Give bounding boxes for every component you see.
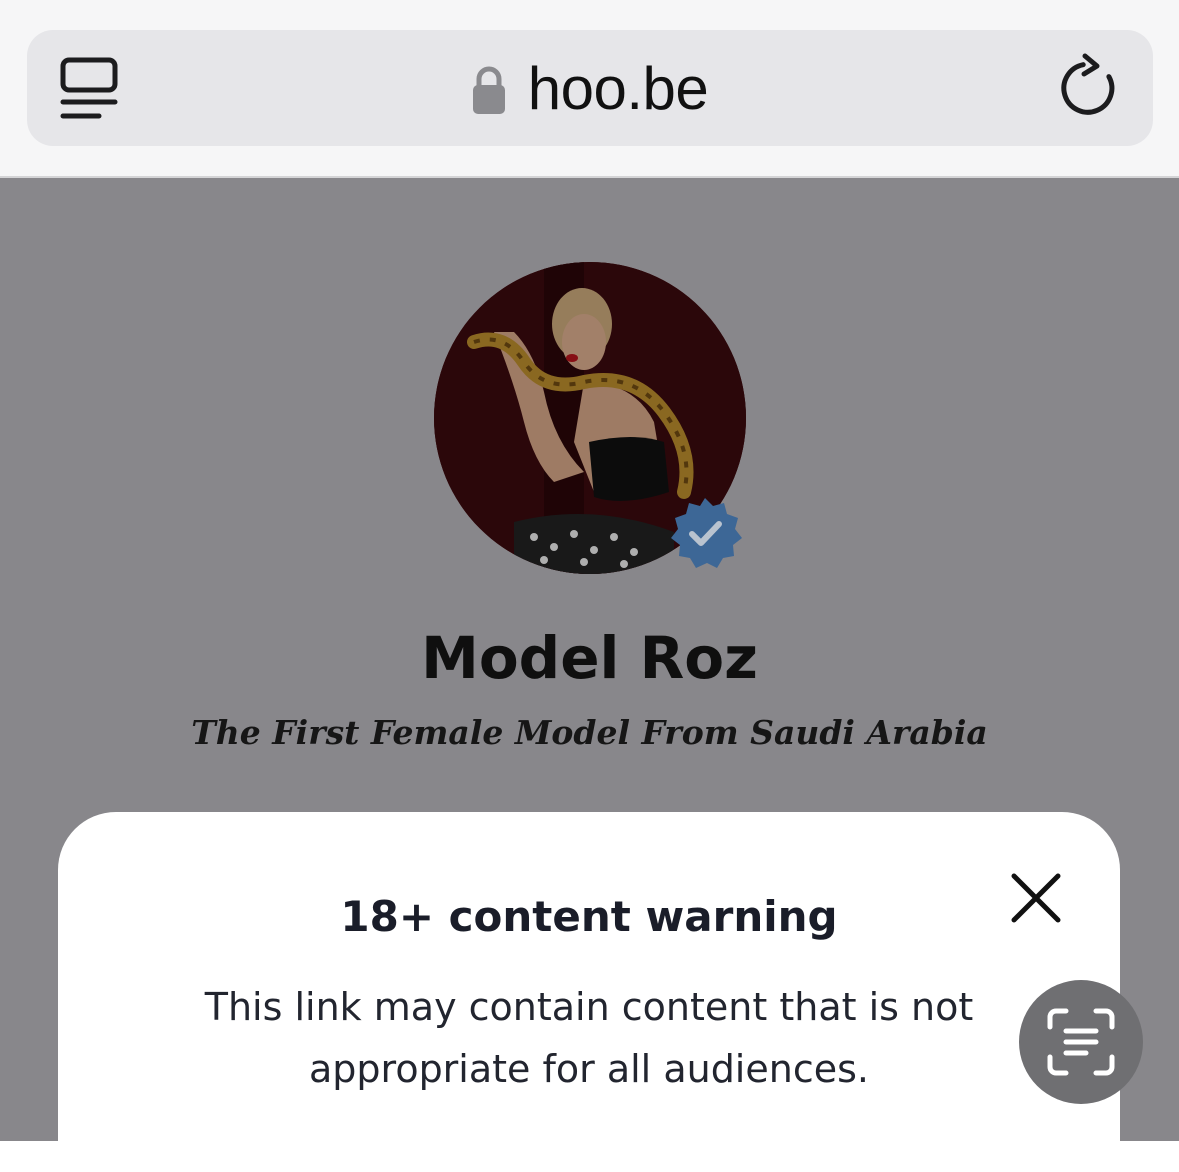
browser-chrome: hoo.be (0, 0, 1179, 178)
reload-icon[interactable] (1057, 52, 1123, 124)
modal-title: 18+ content warning (340, 892, 838, 941)
modal-body-line: appropriate for all audiences. (309, 1047, 869, 1091)
verified-badge-icon (666, 494, 744, 572)
live-text-icon (1047, 1008, 1115, 1076)
url-text[interactable]: hoo.be (528, 54, 709, 123)
address-bar[interactable]: hoo.be (27, 30, 1153, 146)
profile-tagline: The First Female Model From Saudi Arabia (191, 713, 988, 752)
content-warning-modal: 18+ content warning This link may contai… (58, 812, 1120, 1172)
close-icon[interactable] (1008, 870, 1064, 926)
modal-body: This link may contain content that is no… (58, 976, 1120, 1100)
modal-body-line: This link may contain content that is no… (204, 985, 974, 1029)
profile-name: Model Roz (421, 624, 758, 692)
lock-icon (472, 66, 505, 114)
live-text-button[interactable] (1019, 980, 1143, 1104)
